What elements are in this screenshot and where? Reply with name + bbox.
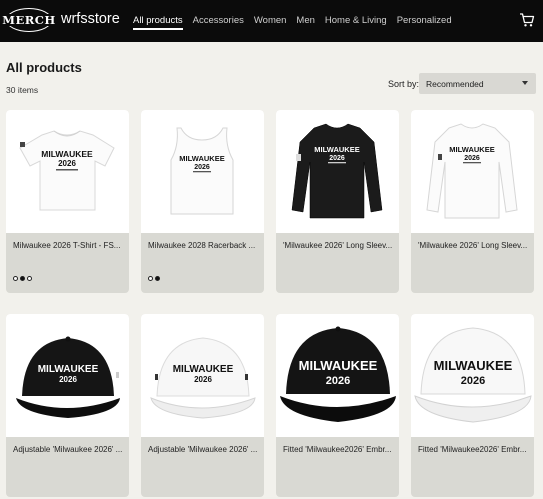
sort-value: Recommended: [426, 79, 484, 89]
fitted-cap-image: MILWAUKEE 2026: [280, 326, 396, 422]
product-image-black-cap[interactable]: MILWAUKEE 2026: [6, 314, 129, 437]
product-card[interactable]: MILWAUKEE 2026 Adjustable 'Milwaukee 202…: [6, 314, 129, 497]
image-dot[interactable]: [148, 276, 153, 281]
product-image-white-fitted-cap[interactable]: MILWAUKEE 2026: [411, 314, 534, 437]
product-image-black-fitted-cap[interactable]: MILWAUKEE 2026: [276, 314, 399, 437]
image-dot[interactable]: [27, 276, 32, 281]
print-line-1: MILWAUKEE: [41, 149, 93, 159]
tank-top-image: MILWAUKEE 2026: [170, 127, 234, 215]
nav-personalized[interactable]: Personalized: [397, 0, 452, 42]
print-line-1: MILWAUKEE: [179, 154, 224, 163]
product-card[interactable]: MILWAUKEE 2026 Milwaukee 2028 Racerback …: [141, 110, 264, 293]
print-line-1: MILWAUKEE: [299, 358, 378, 373]
product-image-white-tshirt[interactable]: MILWAUKEE 2026: [6, 110, 129, 233]
product-image-white-cap[interactable]: MILWAUKEE 2026: [141, 314, 264, 437]
nav-home-living[interactable]: Home & Living: [325, 0, 387, 42]
print-line-2: 2026: [326, 375, 350, 387]
chevron-down-icon: [522, 81, 528, 85]
longsleeve-image: MILWAUKEE 2026: [291, 123, 383, 219]
print-line-2: 2026: [59, 375, 77, 384]
store-name[interactable]: wrfsstore: [61, 11, 120, 27]
sort-select[interactable]: Recommended: [419, 73, 536, 94]
main-nav: All products Accessories Women Men Home …: [133, 0, 462, 42]
sort-label: Sort by:: [388, 79, 420, 89]
merch-logo[interactable]: MERCH: [1, 8, 57, 32]
print-line-2: 2026: [194, 375, 212, 384]
product-image-white-tank[interactable]: MILWAUKEE 2026: [141, 110, 264, 233]
print-line-2: 2026: [329, 155, 345, 162]
print-line-1: MILWAUKEE: [314, 145, 359, 154]
product-card[interactable]: MILWAUKEE 2026 Fitted 'Milwaukee2026' Em…: [276, 314, 399, 497]
image-dot[interactable]: [13, 276, 18, 281]
product-card[interactable]: MILWAUKEE 2026 'Milwaukee 2026' Long Sle…: [411, 110, 534, 293]
product-card[interactable]: MILWAUKEE 2026 'Milwaukee 2026' Long Sle…: [276, 110, 399, 293]
print-line-1: MILWAUKEE: [449, 145, 494, 154]
product-name[interactable]: 'Milwaukee 2026' Long Sleev...: [283, 241, 395, 250]
tshirt-image: MILWAUKEE 2026: [19, 130, 115, 211]
nav-all-products[interactable]: All products: [133, 0, 183, 42]
product-image-black-longsleeve[interactable]: MILWAUKEE 2026: [276, 110, 399, 233]
product-name[interactable]: Adjustable 'Milwaukee 2026' ...: [13, 445, 125, 454]
top-header: MERCH wrfsstore All products Accessories…: [0, 0, 543, 42]
item-count: 30 items: [6, 85, 39, 95]
longsleeve-image: MILWAUKEE 2026: [426, 123, 518, 219]
print-line-2: 2026: [464, 155, 480, 162]
cap-image: MILWAUKEE 2026: [16, 336, 120, 418]
cap-image: MILWAUKEE 2026: [150, 337, 256, 419]
fitted-cap-image: MILWAUKEE 2026: [414, 327, 532, 423]
print-line-2: 2026: [461, 375, 485, 387]
product-name[interactable]: Fitted 'Milwaukee2026' Embr...: [418, 445, 530, 454]
image-dots: [148, 276, 162, 281]
print-line-1: MILWAUKEE: [38, 364, 99, 375]
page-title: All products: [6, 60, 82, 75]
nav-accessories[interactable]: Accessories: [193, 0, 244, 42]
image-dot-active[interactable]: [155, 276, 160, 281]
product-card[interactable]: MILWAUKEE 2026 Adjustable 'Milwaukee 202…: [141, 314, 264, 497]
product-name[interactable]: 'Milwaukee 2026' Long Sleev...: [418, 241, 530, 250]
print-line-1: MILWAUKEE: [434, 358, 513, 373]
product-card[interactable]: MILWAUKEE 2026 Fitted 'Milwaukee2026' Em…: [411, 314, 534, 497]
image-dots: [13, 276, 34, 281]
product-name[interactable]: Milwaukee 2028 Racerback ...: [148, 241, 260, 250]
nav-women[interactable]: Women: [254, 0, 287, 42]
product-name[interactable]: Milwaukee 2026 T-Shirt - FS...: [13, 241, 125, 250]
print-line-1: MILWAUKEE: [173, 364, 234, 375]
print-line-2: 2026: [194, 164, 210, 171]
logo-text: MERCH: [1, 13, 57, 27]
product-card[interactable]: MILWAUKEE 2026 Milwaukee 2026 T-Shirt - …: [6, 110, 129, 293]
image-dot-active[interactable]: [20, 276, 25, 281]
product-image-white-longsleeve[interactable]: MILWAUKEE 2026: [411, 110, 534, 233]
print-line-2: 2026: [58, 159, 76, 168]
nav-men[interactable]: Men: [296, 0, 314, 42]
cart-icon[interactable]: [519, 12, 535, 28]
product-name[interactable]: Adjustable 'Milwaukee 2026' ...: [148, 445, 260, 454]
product-name[interactable]: Fitted 'Milwaukee2026' Embr...: [283, 445, 395, 454]
